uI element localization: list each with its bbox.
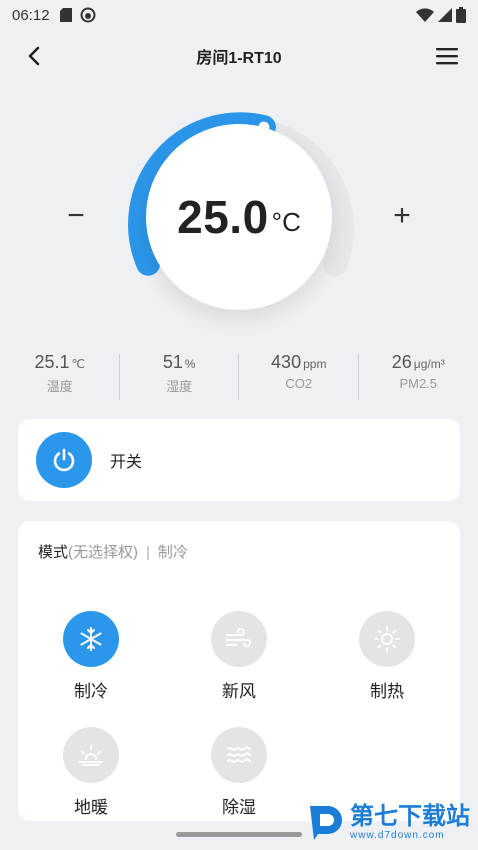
mode-note: (无选择权) <box>68 544 139 561</box>
stat-co2: 430 ppm CO2 <box>239 352 359 400</box>
mode-circle <box>359 611 415 667</box>
stat-unit: % <box>184 357 196 371</box>
mode-circle <box>211 611 267 667</box>
home-indicator[interactable] <box>176 832 302 837</box>
mode-grid: 制冷 新风 制热 地暖 除湿 <box>38 562 440 817</box>
status-bar: 06:12 <box>0 0 478 30</box>
snowflake-icon <box>80 627 102 651</box>
mode-title: 模式(无选择权) | 制冷 <box>38 541 440 562</box>
mode-title-text: 模式 <box>38 544 69 561</box>
watermark: 第七下载站 www.d7down.com <box>306 802 470 842</box>
watermark-title: 第七下载站 <box>350 802 470 830</box>
power-icon <box>53 448 75 472</box>
app-header: 房间1-RT10 <box>0 36 478 76</box>
stat-unit: μg/m³ <box>413 357 445 371</box>
dial-face: 25.0 °C <box>146 124 332 310</box>
decrease-temp-button[interactable]: − <box>56 196 96 236</box>
setpoint-value: 25.0 <box>177 191 269 243</box>
power-card: 开关 <box>18 419 460 501</box>
stat-humidity: 51% 湿度 <box>120 352 240 400</box>
watermark-url: www.d7down.com <box>350 829 445 841</box>
mode-heat[interactable]: 制热 <box>342 611 432 702</box>
mode-label: 地暖 <box>74 798 108 817</box>
stat-label: 湿度 <box>166 379 193 394</box>
mode-card: 模式(无选择权) | 制冷 制冷 新风 制热 地暖 除湿 <box>18 521 460 821</box>
status-time: 06:12 <box>12 6 50 24</box>
mode-cool[interactable]: 制冷 <box>46 611 136 702</box>
app-notification-icon <box>80 7 96 23</box>
mode-fresh-air[interactable]: 新风 <box>194 611 284 702</box>
power-label: 开关 <box>110 454 143 471</box>
mode-dehumidify[interactable]: 除湿 <box>194 727 284 818</box>
mode-current: 制冷 <box>157 544 188 561</box>
wind-icon <box>226 628 251 647</box>
sun-icon <box>374 626 400 652</box>
stat-pm25: 26 μg/m³ PM2.5 <box>359 352 478 400</box>
floor-heat-icon <box>79 745 103 766</box>
signal-icon <box>438 8 452 22</box>
mode-circle <box>211 727 267 783</box>
stat-unit: ℃ <box>71 357 86 371</box>
stat-temperature: 25.1 ℃ 温度 <box>0 352 120 400</box>
sensor-stats: 25.1 ℃ 温度 51% 湿度 430 ppm CO2 26 μg/m³ PM2.5 <box>0 352 478 400</box>
chevron-left-icon <box>28 46 40 66</box>
stat-value: 25.1 <box>34 352 70 372</box>
back-button[interactable] <box>20 42 48 70</box>
d7-logo-icon <box>310 806 342 840</box>
stat-label: CO2 <box>285 376 313 391</box>
menu-button[interactable] <box>432 42 462 70</box>
stat-value: 26 <box>391 352 412 372</box>
setpoint-unit: °C <box>271 206 301 237</box>
mode-label: 制热 <box>370 682 404 701</box>
hamburger-menu-icon <box>436 48 458 65</box>
mode-floor-heat[interactable]: 地暖 <box>46 727 136 818</box>
mode-circle <box>63 727 119 783</box>
power-button[interactable] <box>36 432 92 488</box>
mode-label: 除湿 <box>222 798 256 817</box>
dehumidify-icon <box>227 746 251 763</box>
mode-label: 新风 <box>222 682 256 701</box>
battery-icon <box>456 7 466 23</box>
stat-label: 温度 <box>46 379 73 394</box>
stat-value: 51 <box>162 352 183 372</box>
stat-value: 430 <box>271 352 302 372</box>
mode-separator: | <box>146 544 150 561</box>
wifi-icon <box>416 8 434 22</box>
thermostat-dial: 25.0 °C − + <box>0 90 478 340</box>
mode-circle <box>63 611 119 667</box>
page-title: 房间1-RT10 <box>196 50 282 67</box>
increase-temp-button[interactable]: + <box>382 196 422 236</box>
sd-card-icon <box>59 8 72 22</box>
stat-label: PM2.5 <box>399 376 438 391</box>
mode-label: 制冷 <box>74 682 108 701</box>
stat-unit: ppm <box>303 357 327 371</box>
